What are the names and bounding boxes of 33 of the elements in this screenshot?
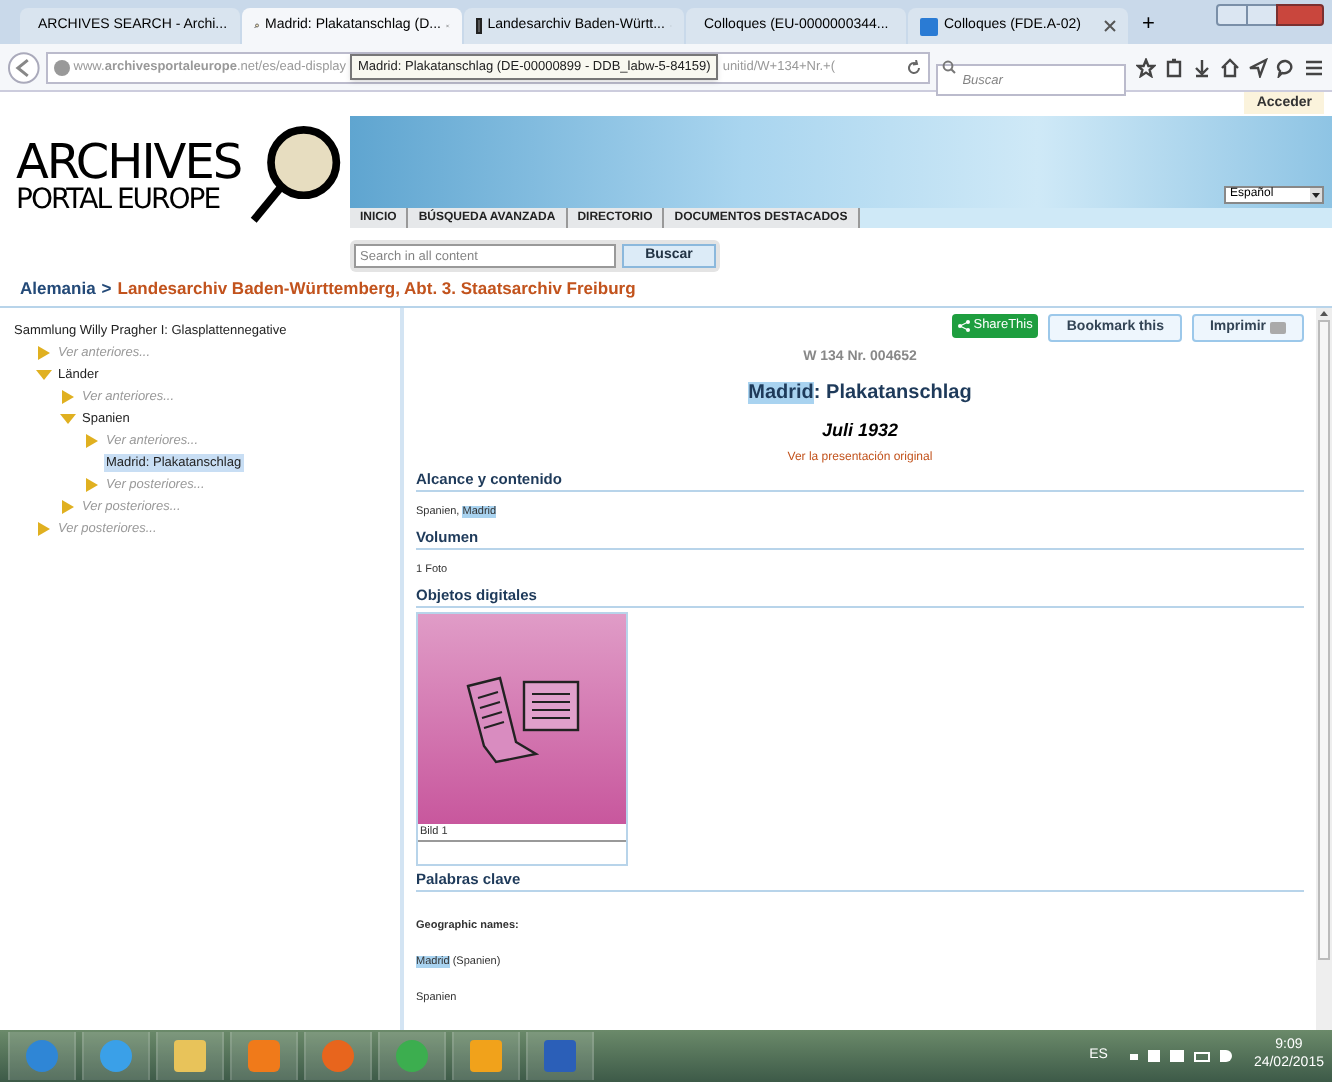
- maximize-icon[interactable]: [1248, 4, 1276, 26]
- triangle-icon[interactable]: [36, 368, 52, 382]
- new-tab-button[interactable]: +: [1130, 8, 1167, 44]
- triangle-icon[interactable]: [84, 434, 100, 448]
- breadcrumb-separator: >: [101, 276, 112, 302]
- highlighted-term: Madrid: [748, 382, 814, 404]
- chat-icon[interactable]: [1276, 57, 1296, 77]
- triangle-icon[interactable]: [36, 346, 52, 360]
- star-icon[interactable]: [1136, 57, 1156, 77]
- back-icon[interactable]: [8, 51, 40, 83]
- search-icon: [942, 60, 957, 74]
- clipboard-icon[interactable]: [1164, 57, 1184, 77]
- breadcrumb-link[interactable]: Alemania: [20, 276, 96, 302]
- site-logo[interactable]: ARCHIVES PORTAL EUROPE: [0, 116, 350, 236]
- page-icon: [476, 18, 482, 34]
- scrollbar-thumb[interactable]: [1318, 320, 1330, 960]
- close-icon[interactable]: [1104, 20, 1116, 32]
- triangle-icon[interactable]: [60, 412, 76, 426]
- logo-text: PORTAL EUROPE: [16, 186, 222, 214]
- dropdown-icon: [1310, 188, 1322, 202]
- reload-icon[interactable]: [906, 59, 923, 75]
- text: : Plakatanschlag: [813, 382, 972, 404]
- triangle-icon[interactable]: [60, 390, 76, 404]
- logo-text: ARCHIVES: [16, 138, 242, 186]
- share-icon: [957, 320, 970, 332]
- minimize-icon[interactable]: [1216, 4, 1248, 26]
- download-icon[interactable]: [1192, 57, 1212, 77]
- breadcrumb-link[interactable]: Landesarchiv Baden-Württemberg, Abt. 3. Staatsarchiv Freiburg: [117, 276, 636, 302]
- record-date: Juli 1932: [821, 420, 899, 442]
- scrollbar[interactable]: [1316, 308, 1332, 1030]
- send-icon[interactable]: [1248, 57, 1268, 77]
- menu-icon[interactable]: [1304, 57, 1324, 77]
- home-icon[interactable]: [1220, 57, 1240, 77]
